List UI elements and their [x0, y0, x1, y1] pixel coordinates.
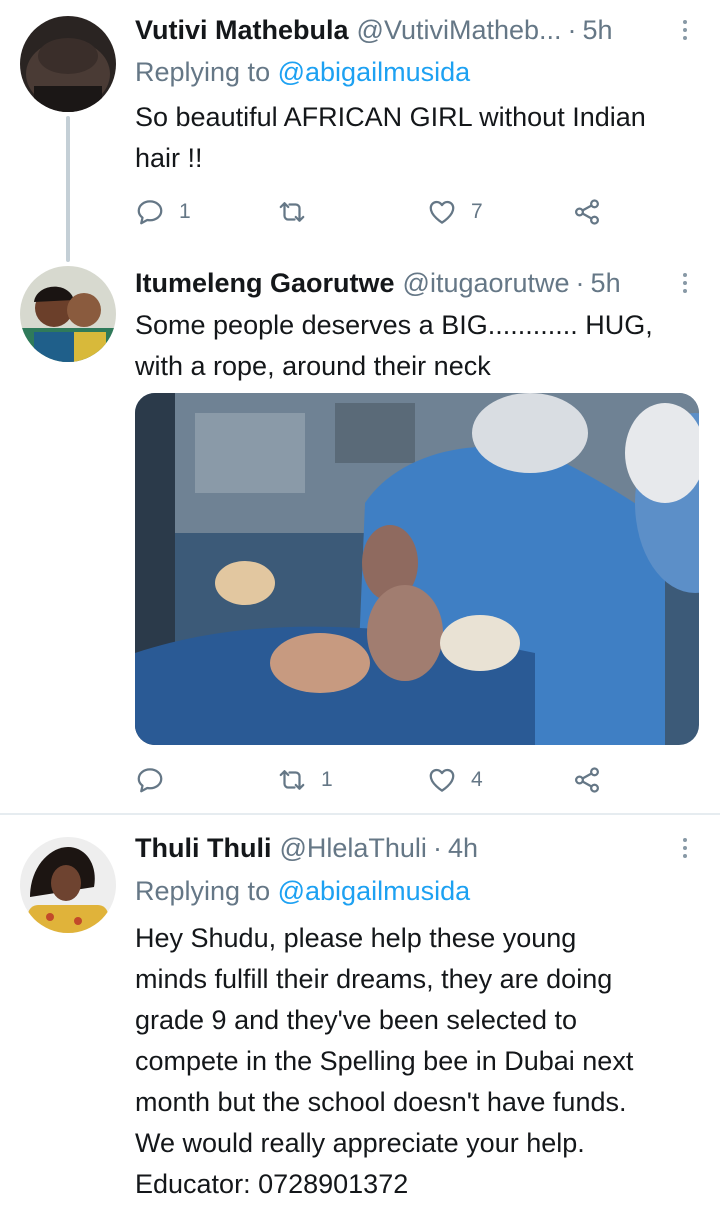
tweet-2[interactable]: Itumeleng Gaorutwe @itugaorutwe · 5h Som…: [0, 250, 720, 813]
user-handle[interactable]: @itugaorutwe: [403, 263, 570, 303]
timestamp[interactable]: 4h: [448, 828, 478, 868]
like-count: 7: [471, 200, 483, 223]
display-name[interactable]: Vutivi Mathebula: [135, 10, 349, 50]
tweet-1[interactable]: Vutivi Mathebula @VutiviMatheb... · 5h R…: [0, 0, 720, 262]
user-handle[interactable]: @VutiviMatheb...: [357, 10, 562, 50]
tweet-header: Thuli Thuli @HlelaThuli · 4h: [135, 828, 680, 868]
tweet-text: So beautiful AFRICAN GIRL without Indian…: [135, 102, 646, 173]
retweet-count: 1: [321, 768, 333, 791]
thread-line: [66, 116, 70, 262]
display-name[interactable]: Thuli Thuli: [135, 828, 271, 868]
tweet-header: Vutivi Mathebula @VutiviMatheb... · 5h: [135, 10, 680, 50]
heart-icon: [429, 200, 455, 224]
reply-icon: [137, 200, 163, 225]
retweet-icon: [279, 770, 305, 790]
like-count: 4: [471, 768, 483, 791]
separator-dot: ·: [575, 268, 585, 298]
separator-dot: ·: [567, 15, 577, 45]
tweet-3[interactable]: Thuli Thuli @HlelaThuli · 4h Replying to…: [0, 815, 720, 1207]
tweet-text: Hey Shudu, please help these young minds…: [135, 923, 634, 1199]
separator-dot: ·: [432, 833, 442, 863]
heart-icon: [429, 768, 455, 792]
reply-button[interactable]: [135, 760, 165, 800]
reply-count: 1: [179, 200, 191, 223]
retweet-button[interactable]: [277, 192, 307, 232]
display-name[interactable]: Itumeleng Gaorutwe: [135, 263, 395, 303]
mention-link[interactable]: @abigailmusida: [278, 876, 471, 906]
retweet-icon: [279, 202, 305, 222]
more-options-icon[interactable]: [678, 10, 692, 50]
timestamp[interactable]: 5h: [583, 10, 613, 50]
tweet-actions: 1 4: [135, 760, 615, 800]
tweet-header: Itumeleng Gaorutwe @itugaorutwe · 5h: [135, 263, 680, 303]
share-icon: [574, 767, 600, 793]
reply-button[interactable]: 1: [135, 192, 191, 232]
timestamp[interactable]: 5h: [591, 263, 621, 303]
replying-to: Replying to @abigailmusida: [135, 871, 470, 911]
replying-prefix: Replying to: [135, 876, 271, 906]
retweet-button[interactable]: 1: [277, 760, 333, 800]
like-button[interactable]: 4: [427, 760, 483, 800]
reply-icon: [137, 768, 163, 793]
mention-link[interactable]: @abigailmusida: [278, 57, 471, 87]
replying-to: Replying to @abigailmusida: [135, 52, 470, 92]
share-button[interactable]: [572, 760, 602, 800]
more-options-icon[interactable]: [678, 828, 692, 868]
avatar-vutivi[interactable]: [20, 16, 116, 112]
replying-prefix: Replying to: [135, 57, 271, 87]
share-button[interactable]: [572, 192, 602, 232]
tweet-text: Some people deserves a BIG............ H…: [135, 310, 653, 381]
share-icon: [574, 199, 600, 225]
tweet-actions: 1 7: [135, 192, 615, 232]
user-handle[interactable]: @HlelaThuli: [279, 828, 426, 868]
tweet-media-image[interactable]: [135, 393, 699, 745]
avatar-itumeleng[interactable]: [20, 266, 116, 362]
avatar-thuli[interactable]: [20, 837, 116, 933]
like-button[interactable]: 7: [427, 192, 483, 232]
more-options-icon[interactable]: [678, 263, 692, 303]
